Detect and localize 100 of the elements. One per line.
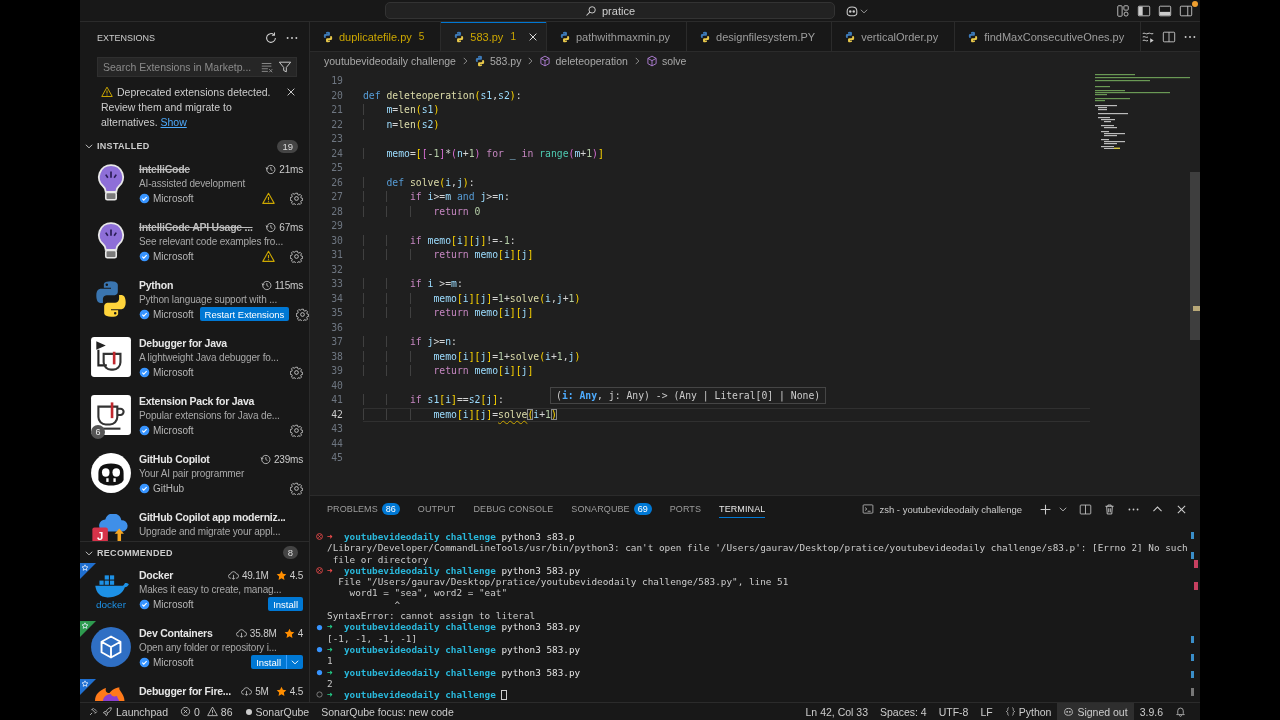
language-button[interactable]: Python: [998, 703, 1058, 720]
settings-icon[interactable]: [290, 365, 303, 379]
sidebar-title: EXTENSIONS: [97, 33, 155, 43]
goggles-face-icon[interactable]: [845, 3, 859, 18]
problems-button[interactable]: 0 86: [173, 703, 239, 720]
status-item[interactable]: 3.9.6: [1133, 703, 1169, 720]
status-item[interactable]: Ln 42, Col 33: [799, 703, 874, 720]
panel-tab[interactable]: PROBLEMS 86: [327, 500, 400, 518]
terminal-icon: [862, 503, 875, 515]
cube-logo-icon: [90, 626, 132, 668]
line-number: 25: [330, 161, 343, 175]
publisher-name: Microsoft: [153, 598, 194, 610]
clock-icon: [265, 221, 277, 233]
code-line: memo[i][j]=1+solve(i,j+1): [363, 292, 581, 305]
section-header[interactable]: RECOMMENDED 8: [80, 541, 309, 563]
verified-icon: [139, 598, 150, 610]
split-terminal-icon[interactable]: [1079, 502, 1092, 516]
search-field[interactable]: Search Extensions in Marketp...: [97, 57, 297, 77]
search-icon: [585, 4, 597, 17]
minimap-drawing[interactable]: [1095, 74, 1190, 149]
clear-filter-icon[interactable]: [260, 60, 274, 74]
code-line: return memo[i][j]: [363, 365, 534, 378]
status-item[interactable]: LF: [974, 703, 999, 720]
scrollbar-thumb[interactable]: [1190, 172, 1200, 340]
close-icon[interactable]: [285, 86, 297, 98]
panel-tab[interactable]: OUTPUT: [417, 500, 456, 518]
code-line: if j>=n:: [363, 336, 457, 349]
refresh-icon[interactable]: [264, 31, 278, 45]
line-number: 29: [330, 219, 343, 233]
status-item[interactable]: UTF-8: [932, 703, 975, 720]
show-link[interactable]: Show: [160, 116, 187, 128]
breadcrumb-item[interactable]: youtubevideodaily challenge: [324, 55, 456, 67]
settings-icon[interactable]: [290, 481, 303, 495]
editor-tab[interactable]: verticalOrder.py: [832, 22, 956, 51]
breadcrumb-item[interactable]: solve: [645, 55, 687, 67]
add-icon[interactable]: [1039, 502, 1052, 516]
line-number: 41: [330, 393, 343, 407]
sonarqube-button[interactable]: SonarQube: [238, 703, 316, 720]
rating: 4: [297, 627, 303, 639]
bell-icon: [1175, 706, 1186, 717]
chevron-down-icon[interactable]: [1058, 504, 1068, 514]
trash-icon[interactable]: [1103, 502, 1116, 516]
download-count: 5M: [255, 685, 269, 697]
extension-action-button[interactable]: Restart Extensions: [199, 307, 290, 322]
activation-time: 21ms: [279, 163, 303, 175]
split-editor-icon[interactable]: [1162, 29, 1177, 44]
command-center[interactable]: pratice: [385, 2, 835, 19]
line-number: 31: [330, 248, 343, 262]
line-number: 42: [330, 407, 343, 422]
editor-tab[interactable]: designfilesystem.PY: [687, 22, 833, 51]
code-line: def deleteoperation(s1,s2):: [363, 89, 522, 102]
status-item[interactable]: SonarQube focus: new code: [315, 703, 460, 720]
code-line: def solve(i,j):: [363, 176, 475, 189]
filter-icon[interactable]: [278, 60, 292, 74]
overview-marker-icon: [1193, 306, 1200, 311]
settings-icon[interactable]: [290, 423, 303, 437]
breadcrumb-item[interactable]: 583.py: [473, 55, 522, 67]
editor-tab[interactable]: pathwithmaxmin.py: [546, 22, 688, 51]
line-number: 22: [330, 117, 343, 132]
terminal-selector[interactable]: zsh - youtubevideodaily challenge: [862, 503, 1022, 515]
toggle-sidebar-icon[interactable]: [1137, 3, 1151, 18]
toggle-secondary-sidebar-icon[interactable]: [1179, 3, 1193, 18]
terminal-output: ^: [393, 598, 401, 611]
settings-icon[interactable]: [296, 307, 309, 321]
extension-name: Dev Containers: [139, 627, 213, 640]
panel-tab[interactable]: PORTS: [669, 500, 702, 518]
breadcrumb-item[interactable]: deleteoperation: [539, 55, 628, 67]
code-line: memo[i][j]=1+solve(i+1,j): [363, 350, 581, 363]
editor-tab[interactable]: 583.py 1: [441, 22, 547, 51]
extension-description: See relevant code examples fro...: [139, 236, 284, 248]
panel-tab[interactable]: DEBUG CONSOLE: [473, 500, 554, 518]
status-item[interactable]: Spaces: 4: [874, 703, 933, 720]
section-header[interactable]: INSTALLED 19: [80, 135, 309, 157]
terminal-output: file or directory: [331, 553, 429, 565]
toggle-panel-icon[interactable]: [1158, 3, 1172, 18]
count-badge: 19: [277, 139, 298, 153]
extension-action-button[interactable]: Install: [251, 655, 286, 670]
verified-icon: [139, 308, 150, 320]
editor-tab[interactable]: findMaxConsecutiveOnes.py: [955, 22, 1142, 51]
customize-layout-icon[interactable]: [1116, 3, 1130, 18]
download-count: 49.1M: [241, 569, 269, 581]
deprecation-notice: Deprecated extensions detected. Review them and migrate to alternatives. Show: [101, 85, 272, 130]
settings-icon[interactable]: [290, 191, 303, 205]
settings-icon[interactable]: [290, 249, 303, 263]
line-number: 21: [330, 103, 343, 117]
extension-name: GitHub Copilot: [139, 453, 210, 466]
panel-tab[interactable]: TERMINAL: [719, 500, 766, 518]
python-file-icon: [699, 30, 712, 43]
launchpad-button[interactable]: Launchpad: [82, 703, 174, 720]
terminal-output: File "/Users/gaurav/Desktop/pratice/youtubevideodaily challenge/583.py", line 51: [337, 576, 789, 588]
code-line: if i >=m:: [363, 278, 463, 291]
terminal-output: 1: [327, 655, 333, 667]
extension-name: IntelliCode API Usage ...: [139, 221, 253, 234]
python-file-icon: [558, 30, 571, 43]
account-button[interactable]: Signed out: [1057, 703, 1134, 720]
panel-tab[interactable]: SONARQUBE 69: [571, 500, 652, 518]
verified-icon: [139, 366, 150, 378]
extension-action-button[interactable]: Install: [268, 597, 303, 612]
dropdown-button[interactable]: [286, 655, 303, 670]
rocket-icon: [102, 706, 113, 717]
